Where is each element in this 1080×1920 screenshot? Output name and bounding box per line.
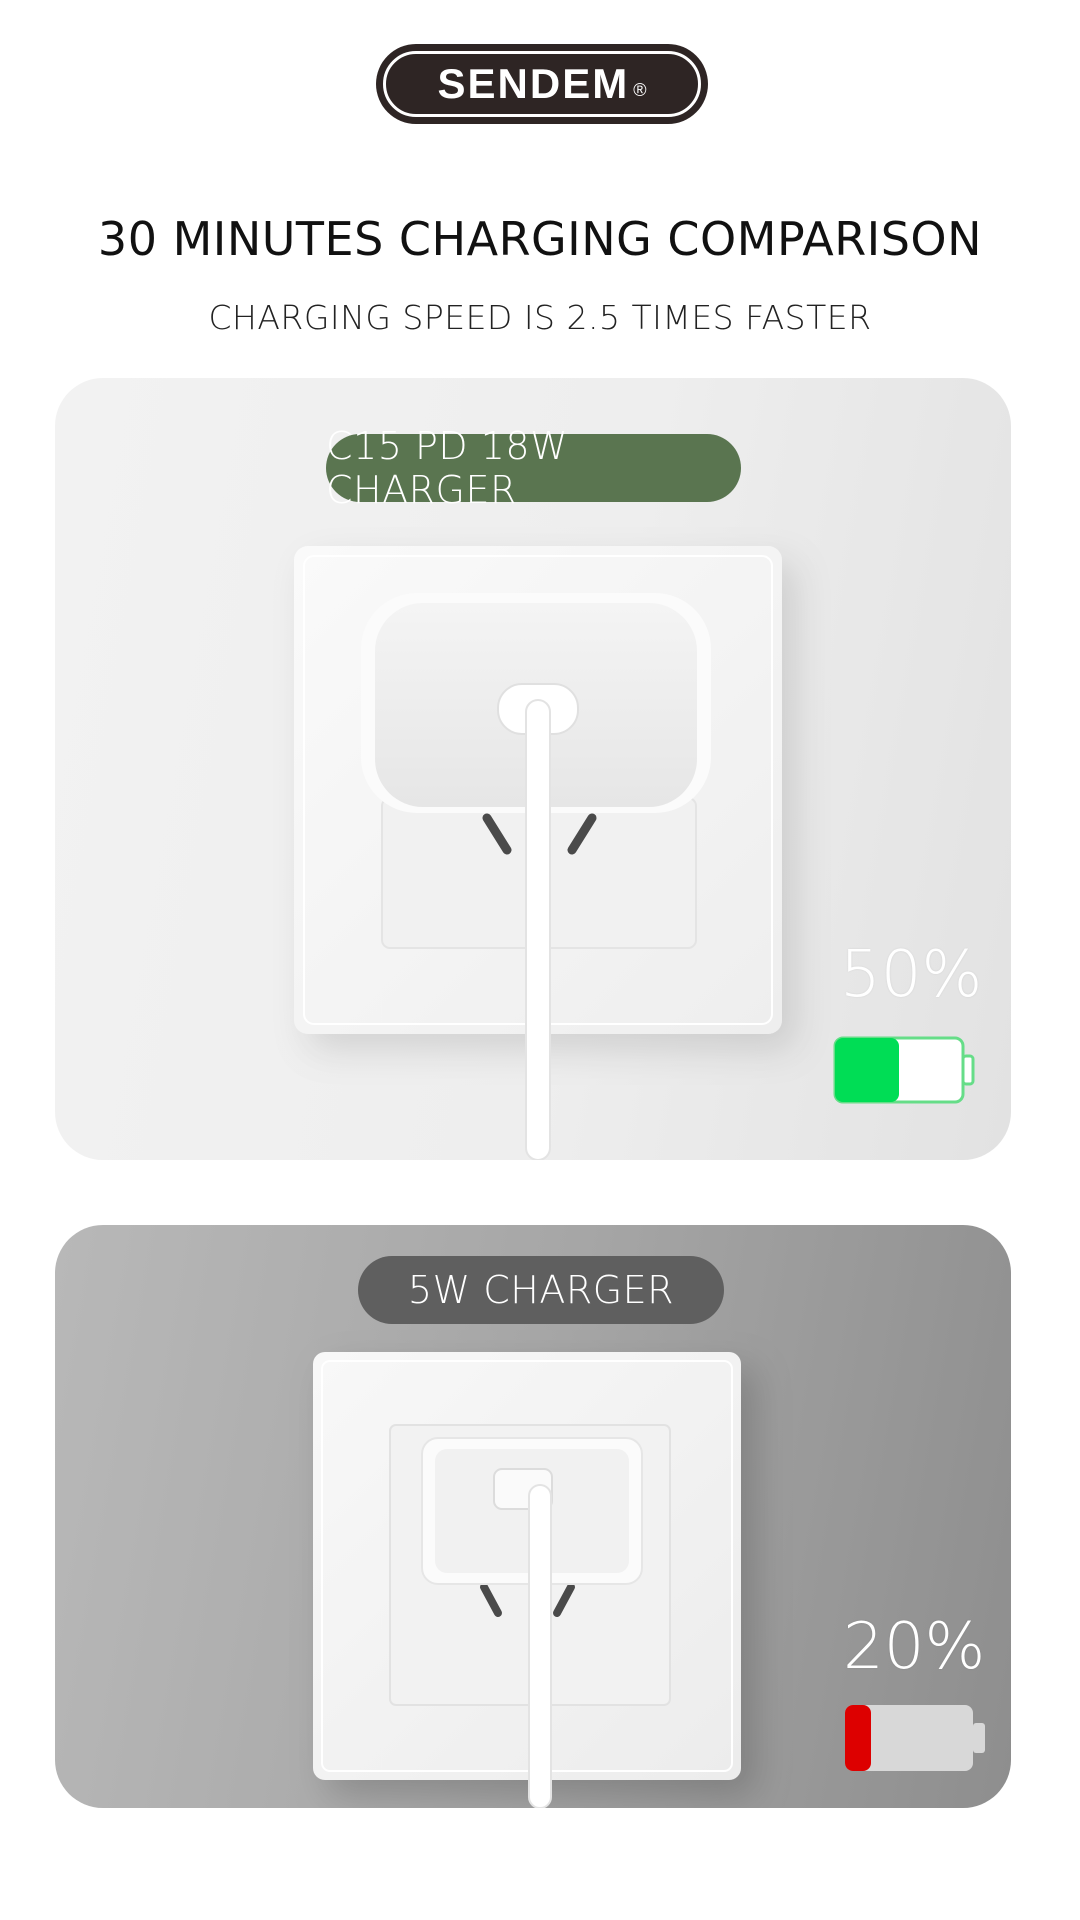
battery-fill <box>835 1038 899 1102</box>
page-title: 30 MINUTES CHARGING COMPARISON <box>97 212 983 266</box>
battery-icon <box>833 1036 975 1104</box>
charging-cable <box>525 699 551 1160</box>
charging-cable <box>528 1484 552 1808</box>
slow-charger-label: 5W CHARGER <box>358 1256 724 1324</box>
registered-mark: ® <box>633 79 647 100</box>
fast-charge-percent: 50% <box>840 938 983 1012</box>
battery-fill <box>845 1705 871 1771</box>
logo-text: SENDEM <box>437 60 630 107</box>
logo-badge: SENDEM ® <box>383 51 701 117</box>
slow-charger-panel: 5W CHARGER 20% <box>55 1225 1011 1808</box>
fast-charger-label: C15 PD 18W CHARGER <box>326 424 741 512</box>
battery-icon <box>845 1705 985 1771</box>
page-subtitle: CHARGING SPEED IS 2.5 TIMES FASTER <box>208 298 872 337</box>
slow-charge-percent: 20% <box>843 1610 986 1684</box>
brand-logo: SENDEM ® <box>376 44 708 124</box>
fast-charger-panel: C15 PD 18W CHARGER 50% <box>55 378 1011 1160</box>
